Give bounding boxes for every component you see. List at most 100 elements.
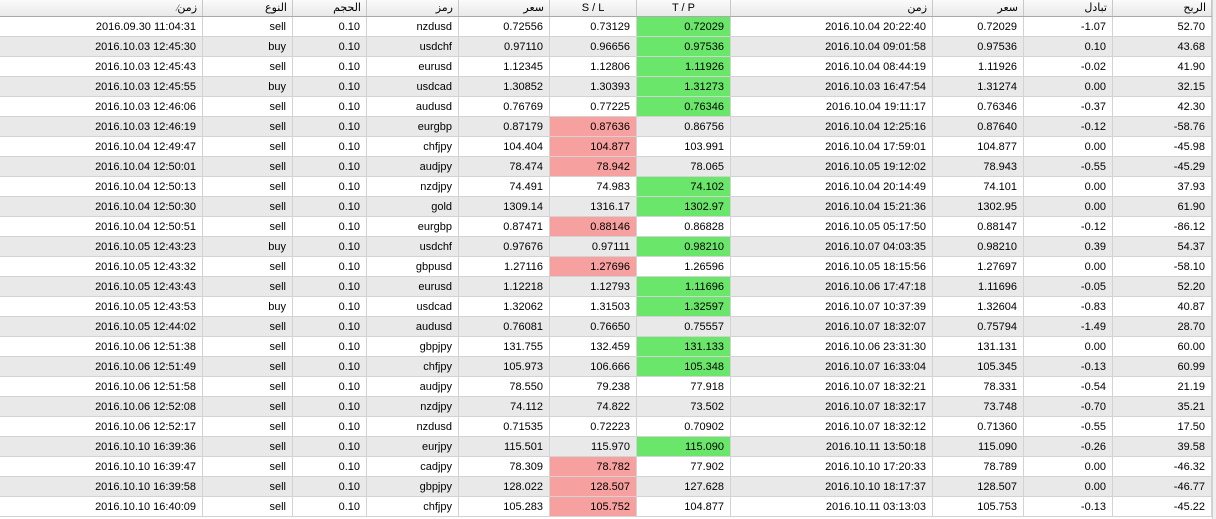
table-row[interactable]: 2016.09.30 11:04:31 sell 0.10 nzdusd 0.72556… (0, 17, 1216, 37)
cell-swap: -0.05 (1024, 277, 1113, 297)
cell-type: sell (203, 17, 293, 37)
table-row[interactable]: 2016.10.03 12:45:55 buy 0.10 usdcad 1.30852 1… (0, 77, 1216, 97)
cell-type: sell (203, 157, 293, 177)
cell-symbol: usdchf (367, 237, 459, 257)
cell-open-price: 78.309 (459, 457, 550, 477)
table-row[interactable]: 2016.10.06 12:52:17 sell 0.10 nzdusd 0.71535… (0, 417, 1216, 437)
cell-open-time: 2016.10.10 16:39:36 (0, 437, 203, 457)
cell-symbol: cadjpy (367, 457, 459, 477)
cell-tp: 0.70902 (637, 417, 731, 437)
cell-profit: -46.77 (1113, 477, 1212, 497)
cell-type: sell (203, 397, 293, 417)
table-row[interactable]: 2016.10.05 12:43:53 buy 0.10 usdcad 1.32062 1… (0, 297, 1216, 317)
cell-type: sell (203, 457, 293, 477)
cell-type: buy (203, 237, 293, 257)
cell-close-price: 74.101 (933, 177, 1024, 197)
cell-open-time: 2016.10.04 12:50:13 (0, 177, 203, 197)
cell-symbol: gbpjpy (367, 477, 459, 497)
cell-symbol: eurjpy (367, 437, 459, 457)
cell-profit: 41.90 (1113, 57, 1212, 77)
cell-type: sell (203, 417, 293, 437)
table-row[interactable]: 2016.10.04 12:50:51 sell 0.10 eurgbp 0.87471… (0, 217, 1216, 237)
cell-open-price: 74.491 (459, 177, 550, 197)
cell-tp: 73.502 (637, 397, 731, 417)
column-header-open-time[interactable]: زمن (0, 0, 203, 16)
cell-swap: 0.00 (1024, 177, 1113, 197)
table-row[interactable]: 2016.10.04 12:50:01 sell 0.10 audjpy 78.474 7… (0, 157, 1216, 177)
cell-open-price: 104.404 (459, 137, 550, 157)
table-row[interactable]: 2016.10.10 16:39:36 sell 0.10 eurjpy 115.501… (0, 437, 1216, 457)
cell-close-price: 0.88147 (933, 217, 1024, 237)
cell-swap: 0.10 (1024, 37, 1113, 57)
column-header-type[interactable]: النوع (203, 0, 293, 16)
table-row[interactable]: 2016.10.05 12:43:32 sell 0.10 gbpusd 1.27116… (0, 257, 1216, 277)
cell-open-price: 0.97110 (459, 37, 550, 57)
table-row[interactable]: 2016.10.04 12:50:30 sell 0.10 gold 1309.14 13… (0, 197, 1216, 217)
cell-open-time: 2016.10.06 12:51:38 (0, 337, 203, 357)
cell-symbol: audjpy (367, 157, 459, 177)
cell-profit: -45.29 (1113, 157, 1212, 177)
table-row[interactable]: 2016.10.10 16:39:58 sell 0.10 gbpjpy 128.022… (0, 477, 1216, 497)
table-row[interactable]: 2016.10.10 16:39:47 sell 0.10 cadjpy 78.309 7… (0, 457, 1216, 477)
table-row[interactable]: 2016.10.03 12:45:30 buy 0.10 usdchf 0.97110 0… (0, 37, 1216, 57)
column-header-profit[interactable]: الربح (1113, 0, 1212, 16)
table-row[interactable]: 2016.10.05 12:44:02 sell 0.10 audusd 0.76081… (0, 317, 1216, 337)
cell-volume: 0.10 (293, 77, 367, 97)
table-row[interactable]: 2016.10.04 12:50:13 sell 0.10 nzdjpy 74.491 7… (0, 177, 1216, 197)
cell-swap: 0.00 (1024, 457, 1113, 477)
table-row[interactable]: 2016.10.06 12:51:58 sell 0.10 audjpy 78.550 7… (0, 377, 1216, 397)
table-row[interactable]: 2016.10.06 12:52:08 sell 0.10 nzdjpy 74.112 7… (0, 397, 1216, 417)
cell-type: sell (203, 217, 293, 237)
column-header-open-price[interactable]: سعر (459, 0, 550, 16)
table-row[interactable]: 2016.10.06 12:51:49 sell 0.10 chfjpy 105.973… (0, 357, 1216, 377)
cell-type: buy (203, 77, 293, 97)
table-row[interactable]: 2016.10.03 12:46:06 sell 0.10 audusd 0.76769… (0, 97, 1216, 117)
cell-close-time: 2016.10.05 05:17:50 (731, 217, 933, 237)
cell-profit: 32.15 (1113, 77, 1212, 97)
cell-volume: 0.10 (293, 337, 367, 357)
cell-close-price: 0.72029 (933, 17, 1024, 37)
cell-profit: 61.90 (1113, 197, 1212, 217)
cell-close-price: 78.331 (933, 377, 1024, 397)
table-row[interactable]: 2016.10.10 16:40:09 sell 0.10 chfjpy 105.283… (0, 497, 1216, 517)
cell-close-time: 2016.10.07 18:32:07 (731, 317, 933, 337)
column-header-tp[interactable]: T / P (637, 0, 731, 16)
column-header-close-time[interactable]: زمن (731, 0, 933, 16)
scrollbar-edge[interactable] (1212, 0, 1216, 519)
cell-symbol: audusd (367, 97, 459, 117)
cell-sl: 0.73129 (550, 17, 637, 37)
cell-volume: 0.10 (293, 257, 367, 277)
cell-symbol: nzdusd (367, 417, 459, 437)
table-row[interactable]: 2016.10.04 12:49:47 sell 0.10 chfjpy 104.404… (0, 137, 1216, 157)
table-row[interactable]: 2016.10.06 12:51:38 sell 0.10 gbpjpy 131.755… (0, 337, 1216, 357)
column-header-volume[interactable]: الحجم (293, 0, 367, 16)
cell-tp: 0.86828 (637, 217, 731, 237)
cell-tp: 0.76346 (637, 97, 731, 117)
cell-open-time: 2016.10.04 12:49:47 (0, 137, 203, 157)
column-header-sl[interactable]: S / L (550, 0, 637, 16)
cell-sl: 132.459 (550, 337, 637, 357)
cell-volume: 0.10 (293, 297, 367, 317)
cell-close-price: 104.877 (933, 137, 1024, 157)
cell-volume: 0.10 (293, 437, 367, 457)
table-row[interactable]: 2016.10.05 12:43:43 sell 0.10 eurusd 1.12218… (0, 277, 1216, 297)
table-row[interactable]: 2016.10.03 12:46:19 sell 0.10 eurgbp 0.87179… (0, 117, 1216, 137)
cell-symbol: nzdjpy (367, 177, 459, 197)
cell-tp: 77.918 (637, 377, 731, 397)
table-row[interactable]: 2016.10.05 12:43:23 buy 0.10 usdchf 0.97676 0… (0, 237, 1216, 257)
cell-volume: 0.10 (293, 157, 367, 177)
cell-open-time: 2016.10.03 12:46:06 (0, 97, 203, 117)
column-header-close-price[interactable]: سعر (933, 0, 1024, 16)
cell-symbol: usdcad (367, 77, 459, 97)
cell-sl: 104.877 (550, 137, 637, 157)
table-row[interactable]: 2016.10.03 12:45:43 sell 0.10 eurusd 1.12345… (0, 57, 1216, 77)
cell-type: sell (203, 477, 293, 497)
cell-close-time: 2016.10.04 19:11:17 (731, 97, 933, 117)
column-header-swap[interactable]: تبادل (1024, 0, 1113, 16)
column-header-symbol[interactable]: رمز (367, 0, 459, 16)
cell-sl: 74.822 (550, 397, 637, 417)
cell-open-time: 2016.10.10 16:39:47 (0, 457, 203, 477)
cell-volume: 0.10 (293, 377, 367, 397)
cell-open-time: 2016.10.04 12:50:30 (0, 197, 203, 217)
cell-type: sell (203, 197, 293, 217)
